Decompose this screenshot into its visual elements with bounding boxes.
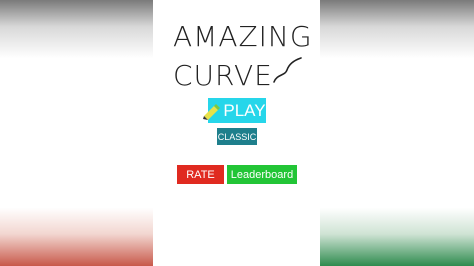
rate-button[interactable]: RATE bbox=[177, 165, 224, 184]
game-screen: AMAZING CURVE PLAY CLASSIC RATE Leaderbo… bbox=[153, 0, 320, 266]
play-button-label: PLAY bbox=[223, 100, 266, 120]
curve-icon bbox=[273, 57, 302, 83]
leaderboard-button-label: Leaderboard bbox=[230, 168, 294, 181]
game-title-line1: AMAZING bbox=[173, 20, 313, 53]
blurred-background-left bbox=[0, 0, 153, 266]
classic-button[interactable]: CLASSIC bbox=[217, 128, 257, 145]
game-title-line2: CURVE bbox=[173, 59, 273, 92]
rate-button-label: RATE bbox=[186, 168, 215, 181]
play-button[interactable]: PLAY bbox=[203, 98, 266, 123]
pencil-icon bbox=[203, 103, 221, 120]
classic-button-label: CLASSIC bbox=[217, 131, 257, 142]
blurred-background-right bbox=[320, 0, 474, 266]
leaderboard-button[interactable]: Leaderboard bbox=[227, 165, 297, 184]
